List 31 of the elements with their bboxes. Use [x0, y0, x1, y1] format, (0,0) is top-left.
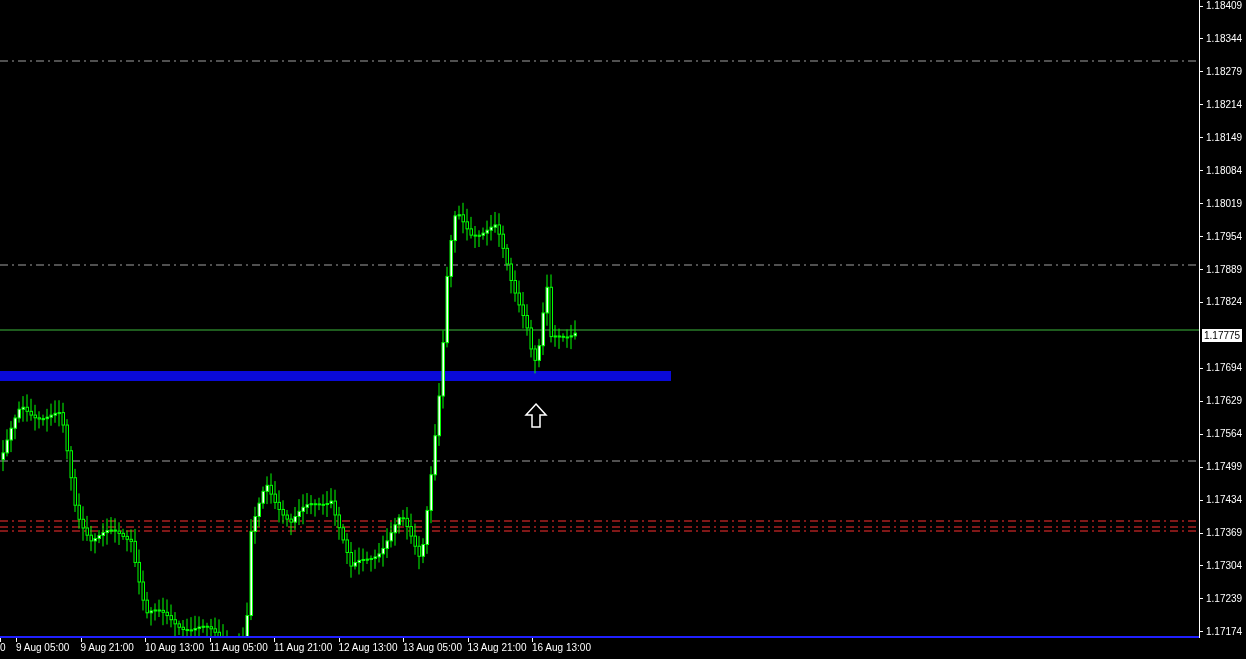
price-label: 1.17629 — [1206, 395, 1243, 408]
price-label: 1.18149 — [1206, 131, 1243, 144]
time-label: 11 Aug 05:00 — [209, 642, 269, 654]
price-label: 1.17824 — [1206, 296, 1243, 309]
price-label: 1.17694 — [1206, 362, 1243, 375]
time-label: 9 Aug 05:00 — [16, 642, 71, 654]
price-label: 1.17434 — [1206, 494, 1243, 507]
price-label: 1.17499 — [1206, 461, 1243, 474]
price-label: 1.17174 — [1206, 625, 1243, 638]
price-label: 1.18214 — [1206, 98, 1243, 111]
price-label: 1.18409 — [1206, 0, 1243, 12]
price-label: 1.18084 — [1206, 164, 1243, 177]
time-label: 0 — [0, 642, 7, 654]
price-label: 1.17304 — [1206, 559, 1243, 572]
time-label: 12 Aug 13:00 — [338, 642, 399, 654]
current-price-label: 1.17775 — [1202, 328, 1243, 342]
time-label: 13 Aug 05:00 — [403, 642, 463, 654]
time-label: 11 Aug 21:00 — [274, 642, 334, 654]
time-label: 16 Aug 13:00 — [532, 642, 592, 654]
price-label: 1.17369 — [1206, 527, 1243, 539]
price-label: 1.17889 — [1206, 263, 1243, 276]
price-label: 1.17564 — [1206, 428, 1243, 441]
time-label: 10 Aug 13:00 — [145, 642, 205, 654]
price-label: 1.18279 — [1206, 65, 1243, 78]
price-label: 1.17239 — [1206, 592, 1243, 605]
price-label: 1.17954 — [1206, 230, 1243, 243]
price-label: 1.18344 — [1206, 32, 1243, 45]
time-label: 9 Aug 21:00 — [80, 642, 135, 654]
up-arrow-icon — [524, 402, 548, 428]
time-label: 13 Aug 21:00 — [467, 642, 528, 654]
price-label: 1.18019 — [1206, 197, 1243, 210]
